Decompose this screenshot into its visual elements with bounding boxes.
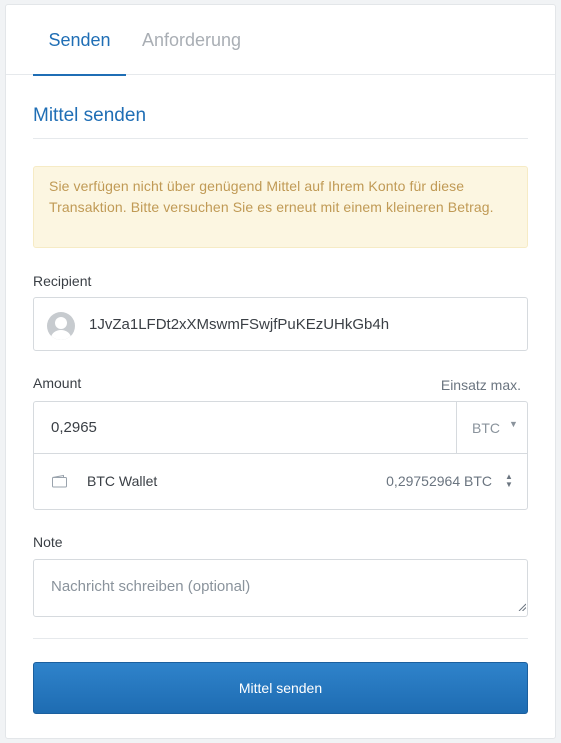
- recipient-label: Recipient: [33, 273, 92, 289]
- amount-value: 0,2965: [51, 419, 97, 436]
- tab-send[interactable]: Senden: [33, 5, 126, 76]
- wallet-icon: [52, 474, 67, 488]
- section-divider: [33, 138, 528, 139]
- send-panel: Senden Anforderung Mittel senden Sie ver…: [5, 4, 556, 739]
- recipient-field[interactable]: 1JvZa1LFDt2xXMswmFSwjfPuKEzUHkGb4h: [33, 297, 528, 351]
- recipient-address: 1JvZa1LFDt2xXMswmFSwjfPuKEzUHkGb4h: [89, 316, 390, 333]
- send-funds-button[interactable]: Mittel senden: [33, 662, 528, 714]
- tab-bar: Senden Anforderung: [6, 5, 555, 76]
- footer-divider: [33, 638, 528, 639]
- wallet-name: BTC Wallet: [87, 473, 158, 489]
- amount-group: 0,2965 BTC ▼ BTC Wallet 0,29752964 BTC ▲…: [33, 401, 528, 510]
- section-title: Mittel senden: [33, 105, 147, 126]
- insufficient-funds-warning: Sie verfügen nicht über genügend Mittel …: [33, 166, 528, 248]
- wallet-balance: 0,29752964 BTC: [386, 473, 492, 489]
- resize-grip-icon[interactable]: [518, 603, 526, 611]
- up-down-arrows-icon: ▲ ▼: [505, 472, 513, 489]
- currency-select[interactable]: BTC ▼: [456, 402, 527, 454]
- tab-request[interactable]: Anforderung: [142, 5, 241, 75]
- note-label: Note: [33, 534, 63, 550]
- caret-down-icon: ▼: [509, 419, 518, 429]
- note-input[interactable]: [33, 559, 528, 617]
- amount-input[interactable]: 0,2965 BTC ▼: [34, 402, 527, 454]
- use-max-link[interactable]: Einsatz max.: [441, 377, 521, 393]
- currency-label: BTC: [472, 420, 500, 436]
- amount-label: Amount: [33, 375, 82, 391]
- user-avatar-icon: [47, 312, 75, 340]
- wallet-select[interactable]: BTC Wallet 0,29752964 BTC ▲ ▼: [34, 454, 527, 509]
